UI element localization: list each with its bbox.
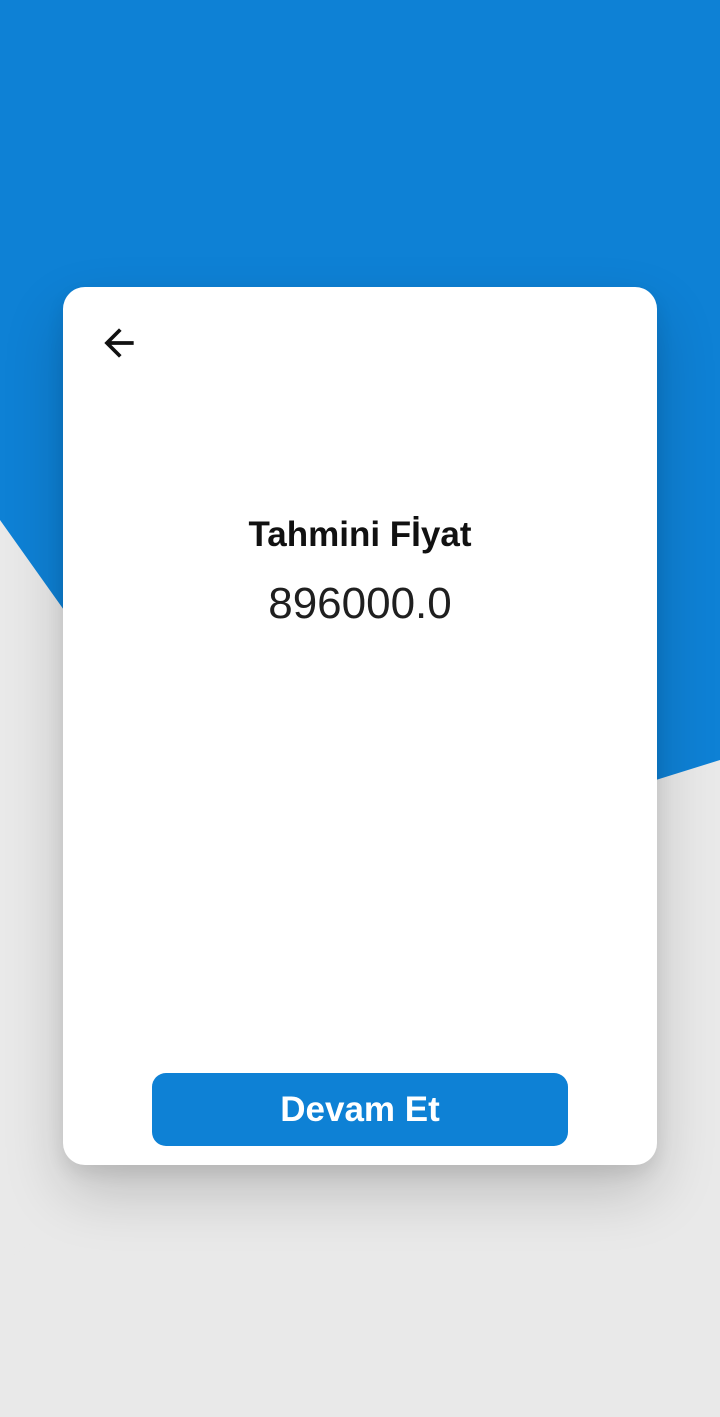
arrow-left-icon [104, 328, 134, 358]
continue-button[interactable]: Devam Et [152, 1073, 568, 1146]
price-value: 896000.0 [268, 579, 452, 628]
back-button[interactable] [91, 315, 147, 371]
continue-button-label: Devam Et [280, 1089, 440, 1129]
price-title: Tahmini Fİyat [248, 515, 472, 554]
price-estimate-card: Tahmini Fİyat 896000.0 Devam Et [63, 287, 657, 1165]
